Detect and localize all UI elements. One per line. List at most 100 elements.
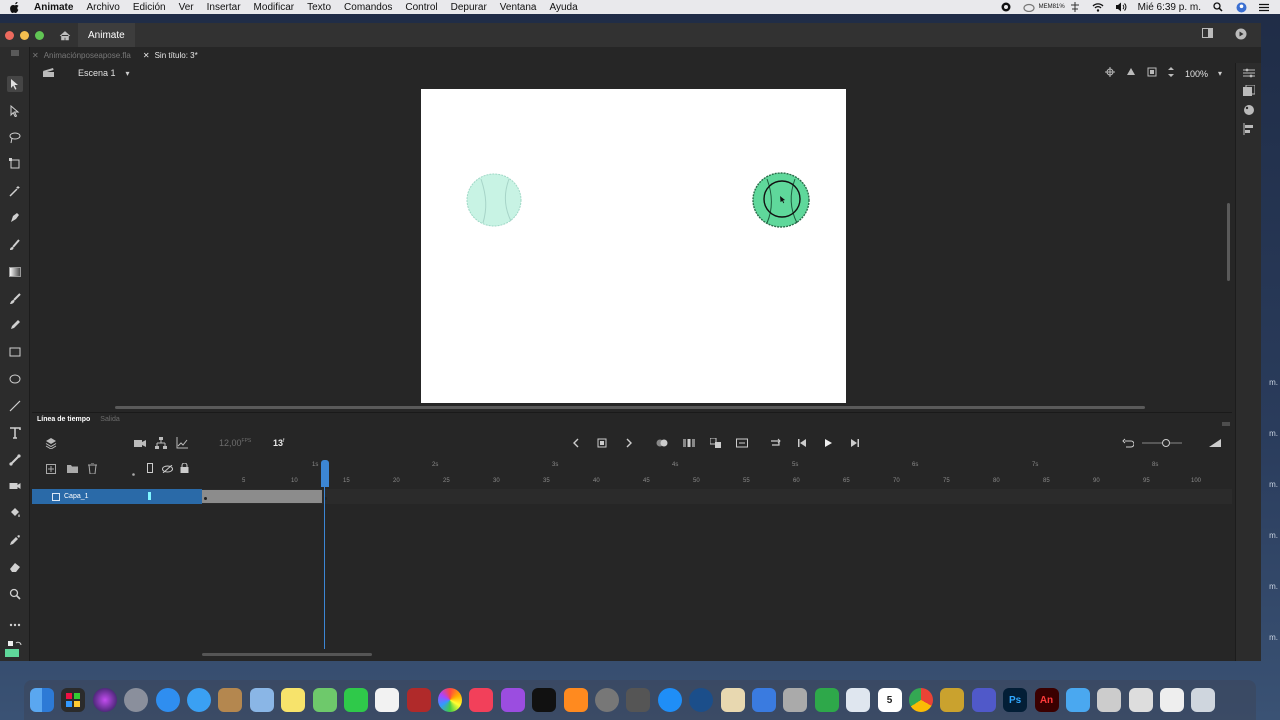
preview-icon[interactable] xyxy=(249,688,274,712)
trash-icon[interactable] xyxy=(1191,688,1216,712)
teams-icon[interactable] xyxy=(971,688,996,712)
camera-tool-icon[interactable] xyxy=(7,478,23,494)
downloads-icon[interactable] xyxy=(1097,688,1122,712)
close-window-button[interactable] xyxy=(5,30,14,40)
outline-icon[interactable] xyxy=(147,463,153,476)
playhead-handle[interactable] xyxy=(321,460,329,487)
clip-stage-icon[interactable] xyxy=(1147,67,1157,80)
notes-icon[interactable] xyxy=(218,688,243,712)
menu-texto[interactable]: Texto xyxy=(307,2,331,13)
lasso-tool-icon[interactable] xyxy=(7,130,23,146)
zoom-level[interactable]: 100% xyxy=(1185,69,1208,79)
menu-insertar[interactable]: Insertar xyxy=(207,2,241,13)
finder-icon[interactable] xyxy=(30,688,54,712)
user-avatar-icon[interactable] xyxy=(1235,2,1247,12)
tennis-ball[interactable] xyxy=(752,172,810,228)
control-center-icon[interactable] xyxy=(1258,2,1270,12)
menu-archivo[interactable]: Archivo xyxy=(86,2,119,13)
collapse-tools-icon[interactable] xyxy=(7,45,23,61)
numbers-icon[interactable] xyxy=(783,688,808,712)
subselection-tool-icon[interactable] xyxy=(7,103,23,119)
fit-stage-icon[interactable] xyxy=(1167,66,1175,81)
align-icon[interactable] xyxy=(1243,123,1255,135)
fill-color-swatch[interactable] xyxy=(5,649,19,657)
menu-ayuda[interactable]: Ayuda xyxy=(550,2,578,13)
layer-name[interactable]: Capa_1 xyxy=(64,493,89,500)
appletv-icon[interactable] xyxy=(532,688,557,712)
calendar-icon[interactable]: 5 xyxy=(877,688,902,712)
menu-ver[interactable]: Ver xyxy=(179,2,194,13)
rotate-stage-icon[interactable] xyxy=(1125,67,1137,81)
layers-icon[interactable] xyxy=(45,437,57,449)
stage-vertical-scrollbar[interactable] xyxy=(1227,203,1230,281)
menu-comandos[interactable]: Comandos xyxy=(344,2,392,13)
photoshop-icon[interactable]: Ps xyxy=(1003,688,1028,712)
stickies-icon[interactable] xyxy=(281,688,306,712)
more-tools-icon[interactable] xyxy=(7,617,23,633)
volume-icon[interactable] xyxy=(1115,2,1127,12)
tab-output[interactable]: Salida xyxy=(100,416,119,423)
wifi-icon[interactable] xyxy=(1092,2,1104,12)
bone-tool-icon[interactable] xyxy=(7,452,23,468)
minimize-window-button[interactable] xyxy=(20,30,29,40)
fps-display[interactable]: 12,00FPS xyxy=(219,438,251,448)
delete-layer-icon[interactable] xyxy=(88,462,97,477)
hide-layer-icon[interactable] xyxy=(162,464,173,476)
maps-icon[interactable] xyxy=(312,688,337,712)
new-folder-icon[interactable] xyxy=(67,464,78,476)
properties-icon[interactable] xyxy=(1243,67,1255,79)
animate-icon[interactable]: An xyxy=(1034,688,1059,712)
menu-app-name[interactable]: Animate xyxy=(34,2,73,13)
stage-horizontal-scrollbar[interactable] xyxy=(115,406,1145,409)
menu-modificar[interactable]: Modificar xyxy=(254,2,295,13)
creative-cloud-icon[interactable] xyxy=(1023,2,1035,12)
photo-booth-icon[interactable] xyxy=(406,688,431,712)
menu-edicion[interactable]: Edición xyxy=(133,2,166,13)
timeline-zoom-slider[interactable] xyxy=(1140,437,1184,449)
facetime-icon[interactable] xyxy=(343,688,368,712)
step-back-icon[interactable] xyxy=(796,437,808,449)
chrome-icon[interactable] xyxy=(908,688,933,712)
pages-icon[interactable] xyxy=(814,688,839,712)
system-prefs-icon[interactable] xyxy=(595,688,620,712)
zoom-timeline-icon[interactable] xyxy=(1209,437,1221,449)
scene-selector[interactable]: Escena 1 xyxy=(78,68,116,78)
loop-icon[interactable] xyxy=(769,437,781,449)
finance-icon[interactable] xyxy=(846,688,871,712)
siri-icon[interactable] xyxy=(92,688,117,712)
selection-tool-icon[interactable] xyxy=(7,76,23,92)
oval-tool-icon[interactable] xyxy=(7,371,23,387)
scene-clapper-icon[interactable] xyxy=(42,67,56,79)
lock-icon[interactable] xyxy=(180,462,189,476)
line-tool-icon[interactable] xyxy=(7,398,23,414)
step-forward-icon[interactable] xyxy=(849,437,861,449)
textedit-icon[interactable] xyxy=(375,688,400,712)
dictionary-icon[interactable] xyxy=(940,688,965,712)
paint-bucket-tool-icon[interactable] xyxy=(7,505,23,521)
new-layer-icon[interactable] xyxy=(46,464,56,477)
rocket-icon[interactable] xyxy=(124,688,149,712)
home-icon[interactable] xyxy=(58,28,72,42)
close-tab-icon[interactable]: ✕ xyxy=(32,51,39,60)
podcasts-icon[interactable] xyxy=(500,688,525,712)
gradient-tool-icon[interactable] xyxy=(7,264,23,280)
pen-tool-icon[interactable] xyxy=(7,210,23,226)
highlight-dot-icon[interactable] xyxy=(132,467,135,479)
current-frame[interactable]: 13f xyxy=(273,438,284,448)
doc-tab-sin-titulo[interactable]: ✕ Sin título: 3* xyxy=(143,51,198,60)
paint-brush-tool-icon[interactable] xyxy=(7,291,23,307)
layer-parenting-icon[interactable] xyxy=(155,437,167,449)
quicktime-icon[interactable] xyxy=(689,688,714,712)
close-tab-icon[interactable]: ✕ xyxy=(143,51,150,60)
create-tween-icon[interactable] xyxy=(710,437,722,449)
appstore-icon[interactable] xyxy=(657,688,682,712)
network-icon[interactable] xyxy=(1069,2,1081,12)
doc-tab-animacion[interactable]: ✕ Animaciónposeapose.fla xyxy=(32,51,131,60)
chevron-down-icon[interactable]: ▾ xyxy=(126,69,130,78)
spotlight-icon[interactable] xyxy=(1212,2,1224,12)
launchpad-icon[interactable] xyxy=(61,688,86,712)
prev-keyframe-icon[interactable] xyxy=(569,437,581,449)
zoom-tool-icon[interactable] xyxy=(7,586,23,602)
music-icon[interactable] xyxy=(469,688,494,712)
edit-multiple-frames-icon[interactable] xyxy=(683,437,695,449)
